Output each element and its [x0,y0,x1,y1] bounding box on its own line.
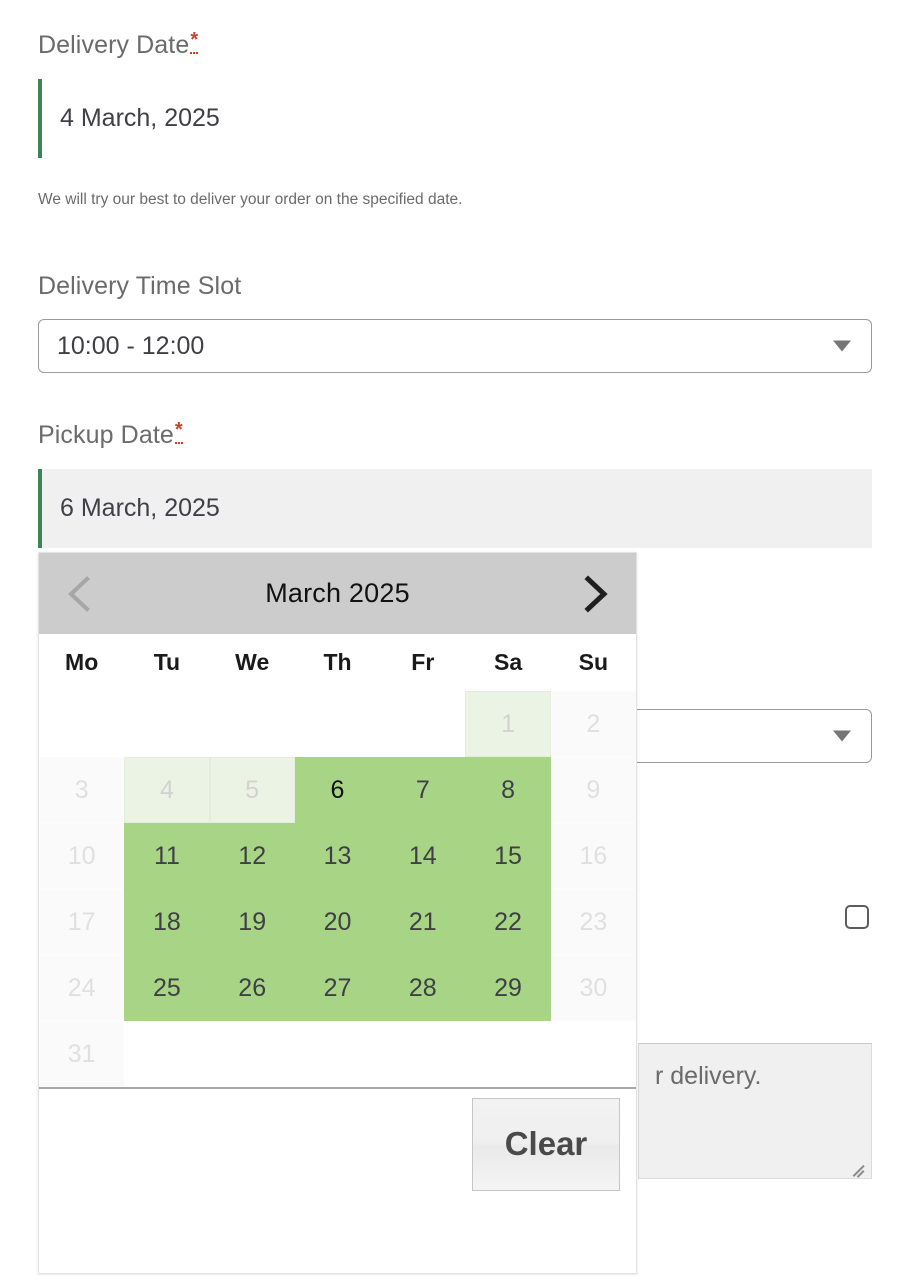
calendar-month-title: March 2025 [265,578,410,608]
delivery-date-input[interactable]: 4 March, 2025 [38,79,872,158]
calendar-day-11[interactable]: 11 [124,823,210,889]
calendar-footer: Clear [39,1087,636,1199]
calendar-day-13[interactable]: 13 [294,823,381,889]
calendar-day-19[interactable]: 19 [209,889,295,955]
next-month-button[interactable] [574,569,616,619]
delivery-time-slot-select[interactable]: 10:00 - 12:00 [38,319,872,373]
delivery-date-helper-text: We will try our best to deliver your ord… [38,191,463,208]
chevron-down-icon-time-slot [833,340,851,352]
calendar-day-29[interactable]: 29 [465,955,551,1021]
calendar-day-27[interactable]: 27 [294,955,381,1021]
calendar-day-20[interactable]: 20 [294,889,381,955]
chevron-down-icon-occluded [833,730,851,742]
calendar-day-25[interactable]: 25 [124,955,210,1021]
delivery-date-label-text: Delivery Date [38,31,190,59]
calendar-day-empty [210,1021,295,1087]
calendar-day-empty [210,691,295,757]
calendar-day-8[interactable]: 8 [465,757,551,823]
calendar-day-9: 9 [550,757,636,823]
calendar-day-1: 1 [465,691,551,757]
calendar-day-17: 17 [39,889,125,955]
pickup-date-label: Pickup Date* [38,420,183,451]
calendar-day-grid[interactable]: 1 2 3 4 5 6 7 8 9 10 11 12 13 14 15 16 17 18 19 20 21 22 23 24 2… [39,691,636,1087]
pickup-date-label-text: Pickup Date [38,421,174,449]
prev-month-button[interactable] [59,569,101,619]
weekday-fr: Fr [411,649,435,675]
calendar-day-empty [124,1021,209,1087]
calendar-day-empty [124,691,209,757]
calendar-day-24: 24 [39,955,125,1021]
required-asterisk-delivery-date: * [190,30,199,54]
calendar-day-empty [295,1021,380,1087]
notes-textarea-visible-text: r delivery. [655,1062,762,1090]
calendar-day-empty [380,1021,465,1087]
calendar-day-10: 10 [39,823,125,889]
weekday-su: Su [578,649,609,675]
calendar-day-12[interactable]: 12 [209,823,295,889]
calendar-day-empty [380,691,465,757]
delivery-time-slot-label-text: Delivery Time Slot [38,272,242,300]
calendar-weekday-header: Mo Tu We Th Fr Sa Su [39,634,636,691]
calendar-day-4: 4 [124,757,210,823]
calendar-day-empty [551,1021,636,1087]
calendar-day-18[interactable]: 18 [124,889,210,955]
calendar-day-31: 31 [39,1021,125,1087]
calendar-day-empty [465,1021,550,1087]
weekday-th: Th [323,649,352,675]
delivery-date-value: 4 March, 2025 [60,104,220,132]
weekday-tu: Tu [153,649,181,675]
calendar-day-14[interactable]: 14 [380,823,466,889]
resize-handle-icon[interactable] [851,1159,867,1178]
weekday-we: We [235,649,270,675]
required-asterisk-pickup-date: * [174,420,183,444]
weekday-mo: Mo [65,649,99,675]
calendar-day-2: 2 [550,691,636,757]
pickup-date-value: 6 March, 2025 [60,494,220,522]
calendar-day-empty [295,691,380,757]
calendar-day-22[interactable]: 22 [465,889,551,955]
pickup-date-input[interactable]: 6 March, 2025 [38,469,872,548]
calendar-day-16: 16 [550,823,636,889]
calendar-day-15[interactable]: 15 [465,823,551,889]
pickup-date-calendar-popup[interactable]: March 2025 Mo Tu We Th Fr Sa Su 1 2 3 4 5 6 7 8 9 10 11 1… [38,552,637,1274]
calendar-day-28[interactable]: 28 [380,955,466,1021]
calendar-day-26[interactable]: 26 [209,955,295,1021]
calendar-header: March 2025 [39,553,636,634]
occluded-checkbox[interactable] [845,905,869,929]
calendar-day-3: 3 [39,757,125,823]
calendar-day-empty [39,691,124,757]
calendar-day-7[interactable]: 7 [380,757,466,823]
delivery-time-slot-label: Delivery Time Slot [38,272,241,301]
calendar-day-6[interactable]: 6 [294,757,381,823]
delivery-date-label: Delivery Date* [38,30,199,61]
clear-button[interactable]: Clear [472,1097,620,1191]
delivery-time-slot-value: 10:00 - 12:00 [57,331,205,360]
notes-textarea[interactable]: r delivery. [638,1043,872,1179]
calendar-day-30: 30 [550,955,636,1021]
calendar-day-21[interactable]: 21 [380,889,466,955]
calendar-day-5: 5 [209,757,295,823]
calendar-day-23: 23 [550,889,636,955]
weekday-sa: Sa [493,649,523,675]
